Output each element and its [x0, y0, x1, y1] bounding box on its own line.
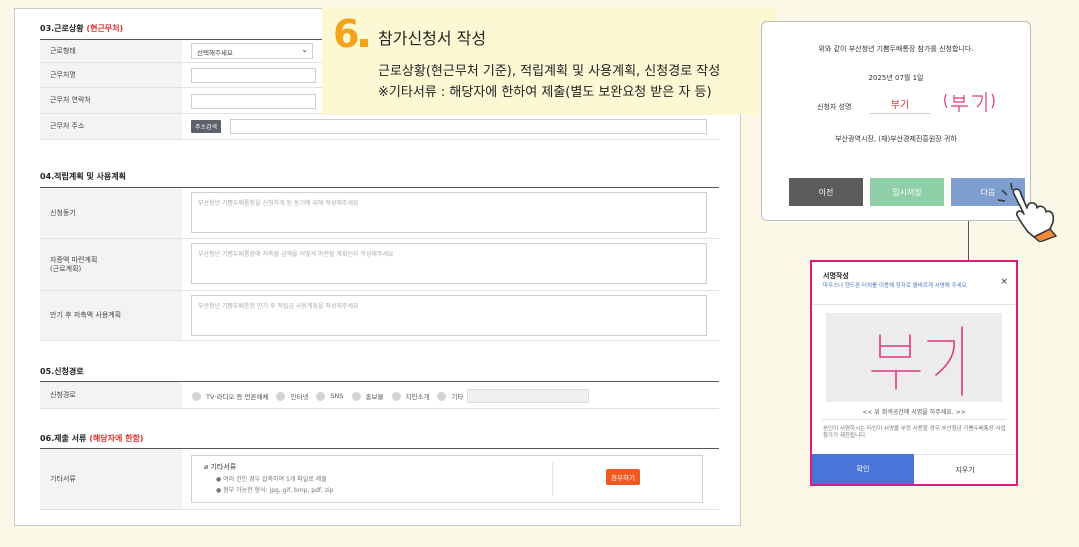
- modal-title: 서명작성: [823, 272, 849, 280]
- radio-icon: [391, 391, 401, 401]
- divider: [822, 419, 1006, 420]
- row-route: 신청경로 TV·라디오 등 언론매체 인터넷 SNS 홍보물 지인소개 기타: [40, 381, 719, 409]
- section-03-title: 03.근로상황 (현근무처): [40, 24, 124, 33]
- radio-icon: [351, 391, 361, 401]
- use-plan-textarea[interactable]: 부산청년 기쁨두배통장 만기 후 적립금 사용계획을 작성해주세요: [191, 295, 707, 336]
- attach-button[interactable]: 첨부하기: [606, 469, 640, 485]
- connector-line: [968, 221, 969, 261]
- work-status-label: 근로형태: [40, 40, 182, 62]
- route-option-internet[interactable]: 인터넷: [276, 391, 308, 401]
- applicant-name: 부기: [870, 96, 930, 114]
- route-option-other[interactable]: 기타: [437, 391, 463, 401]
- save-draft-button[interactable]: 임시저장: [870, 178, 944, 206]
- row-docs: 기타서류 ⌀ 기타서류 ● 여러 건인 경우 압축하여 1개 파일로 제출 ● …: [40, 448, 719, 510]
- company-input[interactable]: [191, 68, 316, 83]
- address-input[interactable]: [230, 119, 707, 134]
- route-label: 신청경로: [40, 382, 182, 408]
- applicant-label: 신청자 성명: [817, 103, 852, 111]
- work-status-select[interactable]: 선택해주세요 ⌄: [191, 43, 313, 59]
- use-plan-label: 만기 후 저축액 사용계획: [40, 291, 182, 340]
- motive-textarea[interactable]: 부산청년 기쁨두배통장을 신청하게 된 동기에 대해 작성해주세요: [191, 192, 707, 233]
- signature-guide: << 위 회색공간에 서명을 하주세요. >>: [862, 409, 966, 416]
- route-option-flyer[interactable]: 홍보물: [351, 391, 384, 401]
- pointer-hand-icon: [997, 182, 1058, 242]
- row-use-plan: 만기 후 저축액 사용계획 부산청년 기쁨두배통장 만기 후 적립금 사용계획을…: [40, 291, 719, 341]
- radio-icon: [316, 391, 326, 401]
- route-option-friend[interactable]: 지인소개: [391, 391, 429, 401]
- step-desc-1: 근로상황(현근무처 기준), 적립계획 및 사용계획, 신청경로 작성: [378, 64, 721, 79]
- step-callout: 6 참가신청서 작성 근로상황(현근무처 기준), 적립계획 및 사용계획, 신…: [322, 8, 778, 115]
- section-06-note: (해당자에 한함): [89, 434, 144, 443]
- signature-modal: 서명작성 마우스나 핸드폰 터치를 이용해 정자로 올바르게 서명해 주세요 ×…: [810, 260, 1018, 486]
- saving-plan-label: 자증액 마련계획 (근로계획): [40, 239, 182, 290]
- step-desc-2: ※기타서류 : 해당자에 한하여 제출(별도 보완요청 받은 자 등): [378, 85, 712, 100]
- close-icon[interactable]: ×: [1000, 277, 1008, 287]
- contact-label: 근무처 연락처: [40, 88, 182, 113]
- row-saving-plan: 자증액 마련계획 (근로계획) 부산청년 기쁨두배통장에 저축할 금액을 어떻게 …: [40, 239, 719, 291]
- radio-icon: [437, 391, 447, 401]
- company-label: 근무처명: [40, 63, 182, 87]
- address-label: 근무처 주소: [40, 114, 182, 139]
- signature-note: 본인이 서명하시는 타인이 서명을 부정 사용할 경우 부산청년 기쁨두배통장 …: [823, 426, 1006, 440]
- confirm-recipient: 부산광역시장, (재)부산경제진흥원장 귀하: [835, 135, 957, 143]
- handwritten-signature: [944, 92, 995, 112]
- signature-pad[interactable]: [826, 313, 1002, 402]
- address-search-button[interactable]: 주소검색: [191, 120, 222, 133]
- confirm-statement: 위와 같이 부산청년 기쁨두배통장 참가를 신청합니다.: [818, 45, 974, 53]
- step-title: 참가신청서 작성: [378, 29, 487, 48]
- row-motive: 신청동기 부산청년 기쁨두배통장을 신청하게 된 동기에 대해 작성해주세요: [40, 187, 719, 239]
- row-address: 근무처 주소 주소검색: [40, 114, 719, 140]
- file-title: ⌀ 기타서류: [204, 463, 237, 471]
- step-number: 6: [333, 12, 369, 56]
- route-option-media[interactable]: TV·라디오 등 언론매체: [192, 391, 268, 401]
- radio-icon: [276, 391, 286, 401]
- work-status-value: 선택해주세요: [197, 49, 233, 57]
- confirm-button[interactable]: 확인: [812, 454, 914, 484]
- route-other-input[interactable]: [467, 389, 590, 403]
- section-04-title: 04.적립계획 및 사용계획: [40, 172, 126, 181]
- file-note-1: ● 여러 건인 경우 압축하여 1개 파일로 제출: [216, 476, 327, 483]
- route-option-sns[interactable]: SNS: [316, 391, 344, 401]
- route-radio-group: TV·라디오 등 언론매체 인터넷 SNS 홍보물 지인소개 기타: [192, 389, 590, 403]
- chevron-down-icon: ⌄: [301, 45, 308, 54]
- confirm-panel: 위와 같이 부산청년 기쁨두배통장 참가를 신청합니다. 2025년 07월 1…: [761, 21, 1031, 221]
- saving-plan-textarea[interactable]: 부산청년 기쁨두배통장에 저축할 금액을 어떻게 마련할 계획인지 작성해주세요: [191, 243, 707, 284]
- erase-button[interactable]: 지우기: [914, 454, 1016, 484]
- radio-icon: [192, 391, 201, 401]
- modal-subtitle: 마우스나 핸드폰 터치를 이용해 정자로 올바르게 서명해 주세요: [823, 283, 967, 289]
- docs-label: 기타서류: [40, 449, 182, 509]
- section-06-title: 06.제출 서류 (해당자에 한함): [40, 434, 144, 443]
- handwritten-signature: [871, 326, 963, 396]
- section-05-title: 05.신청경로: [40, 367, 84, 376]
- file-upload-box: ⌀ 기타서류 ● 여러 건인 경우 압축하여 1개 파일로 제출 ● 첨부 가능…: [191, 455, 703, 503]
- contact-input[interactable]: [191, 94, 316, 109]
- paperclip-icon: ⌀: [204, 463, 209, 471]
- divider: [812, 304, 1016, 305]
- confirm-date: 2025년 07월 1일: [868, 74, 924, 82]
- motive-label: 신청동기: [40, 188, 182, 238]
- file-note-2: ● 첨부 가능한 형식: jpg, gif, bmp, pdf, zip: [216, 487, 334, 494]
- section-03-note: (현근무처): [86, 24, 124, 33]
- prev-button[interactable]: 이전: [789, 178, 863, 206]
- divider: [552, 462, 553, 496]
